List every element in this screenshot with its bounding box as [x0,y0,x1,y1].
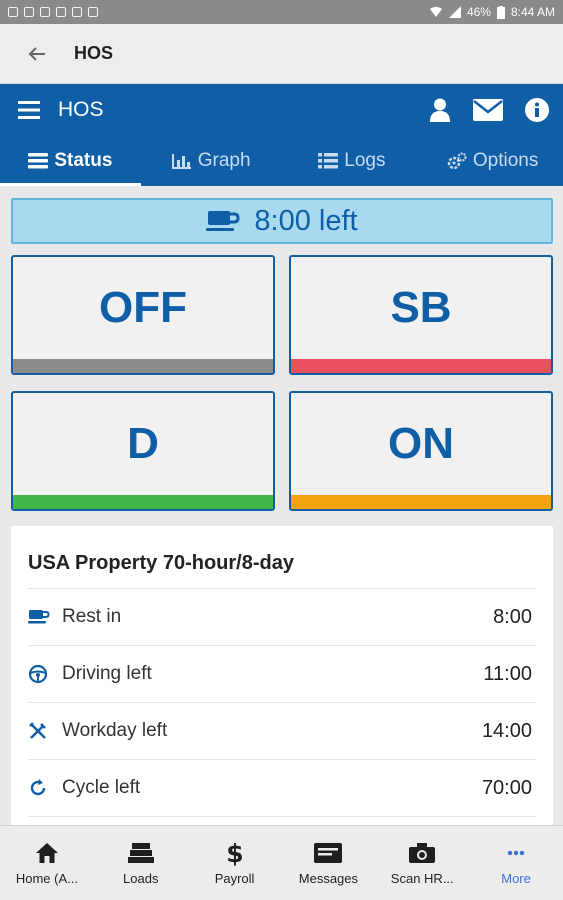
notification-icon [88,7,98,17]
nav-messages-label: Messages [298,870,359,886]
back-button[interactable] [0,24,74,84]
nav-loads[interactable]: Loads [94,826,188,900]
summary-row-value: 70:00 [481,776,532,799]
status-d-button[interactable]: D [11,391,275,511]
time-left-text: 8:00 left [254,204,358,237]
tools-icon [29,722,46,739]
summary-row-value: 14:00 [481,719,532,742]
dollar-icon: $ [226,840,243,866]
status-off-label: OFF [99,283,187,332]
signal-icon [448,6,461,18]
tab-options[interactable]: Options [422,136,563,186]
status-off-color-bar [13,359,273,373]
loads-icon [127,842,154,863]
status-content: 8:00 left OFF SB D ON USA Property 70-ho… [0,186,563,825]
summary-row-label: Workday left [62,720,168,741]
home-icon [35,842,58,863]
nav-loads-label: Loads [123,870,159,886]
status-d-label: D [127,419,159,468]
summary-row-label: Cycle left [62,777,141,798]
notification-icon [8,7,18,17]
status-d-color-bar [13,495,273,509]
refresh-icon [30,779,46,796]
tab-options-label: Options [472,150,539,171]
more-icon [507,850,525,855]
battery-icon [496,5,505,19]
tab-bar: Status Graph Logs Options [0,136,563,186]
hos-summary-card: USA Property 70-hour/8-day Rest in 8:00 … [11,526,553,825]
app-header-title: HOS [74,43,114,63]
tab-logs[interactable]: Logs [282,136,423,186]
nav-scan[interactable]: Scan HR... [375,826,469,900]
summary-row-value: 8:00 [493,605,532,628]
nav-more[interactable]: More [469,826,563,900]
coffee-icon [206,211,240,231]
status-off-button[interactable]: OFF [11,255,275,375]
tab-graph[interactable]: Graph [141,136,282,186]
wifi-icon [429,7,442,17]
nav-scan-label: Scan HR... [390,870,454,886]
menu-icon[interactable] [18,101,40,119]
summary-row-label: Driving left [62,663,152,684]
notification-icon [24,7,34,17]
status-sb-label: SB [390,283,452,332]
status-on-button[interactable]: ON [289,391,553,511]
nav-messages[interactable]: Messages [281,826,375,900]
list-icon [28,153,49,169]
tab-status[interactable]: Status [0,136,141,186]
svg-text:$: $ [226,840,243,866]
nav-home-label: Home (A... [15,870,78,886]
summary-row-divider [28,816,536,825]
battery-level: 46% [466,5,491,19]
nav-home[interactable]: Home (A... [0,826,94,900]
toolbar-title: HOS [58,98,104,121]
bar-chart-icon [171,154,191,169]
tab-graph-label: Graph [197,150,251,171]
gears-icon [447,152,467,170]
user-icon[interactable] [429,98,451,122]
status-sb-color-bar [291,359,551,373]
info-icon[interactable] [525,98,549,122]
status-on-color-bar [291,495,551,509]
summary-row-rest: Rest in 8:00 [28,588,536,645]
steering-wheel-icon [28,664,48,684]
coffee-icon [28,610,50,624]
clock: 8:44 AM [510,5,555,19]
notification-icons [8,7,98,17]
summary-row-cycle: Cycle left 70:00 [28,759,536,816]
status-sb-button[interactable]: SB [289,255,553,375]
envelope-icon[interactable] [473,99,503,121]
nav-payroll[interactable]: $ Payroll [188,826,282,900]
nav-payroll-label: Payroll [214,870,255,886]
arrow-left-icon [28,46,45,61]
ruleset-title: USA Property 70-hour/8-day [28,552,294,574]
summary-row-workday: Workday left 14:00 [28,702,536,759]
summary-row-driving: Driving left 11:00 [28,645,536,702]
system-status-bar: 46% 8:44 AM [0,0,563,24]
camera-icon [409,842,436,863]
app-header: HOS [0,24,563,84]
tab-status-label: Status [54,150,113,171]
tab-logs-label: Logs [344,150,386,171]
time-left-banner: 8:00 left [11,198,553,244]
notification-icon [56,7,66,17]
status-on-label: ON [388,419,454,468]
summary-row-value: 11:00 [483,662,532,685]
summary-row-label: Rest in [62,606,122,627]
hos-toolbar: HOS Status Graph Logs Options [0,84,563,186]
nav-more-label: More [501,870,531,886]
notification-icon [40,7,50,17]
notification-icon [72,7,82,17]
bottom-navigation: Home (A... Loads $ Payroll Messages Scan… [0,825,563,900]
messages-icon [314,842,343,863]
logs-list-icon [318,153,339,169]
